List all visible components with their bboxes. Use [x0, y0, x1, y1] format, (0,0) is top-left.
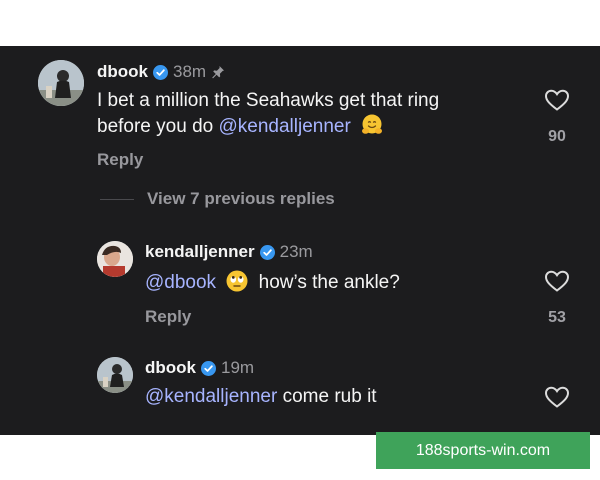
like-heart-icon[interactable]: [544, 385, 570, 409]
divider-line: [100, 198, 134, 200]
avatar-dbook[interactable]: [97, 357, 133, 393]
verified-badge-icon: [201, 360, 216, 376]
avatar-kendalljenner[interactable]: [97, 241, 133, 277]
comment-text: how’s the ankle?: [258, 272, 400, 293]
reply-button[interactable]: Reply: [97, 150, 143, 170]
comment-username[interactable]: dbook: [97, 62, 148, 82]
mention-link[interactable]: @kendalljenner: [145, 386, 277, 407]
mention-link[interactable]: @dbook: [145, 272, 216, 293]
like-heart-icon[interactable]: [544, 269, 570, 293]
comment-username[interactable]: kendalljenner: [145, 242, 255, 262]
verified-badge-icon: [153, 64, 168, 80]
like-count: 90: [548, 128, 566, 145]
like-count: 53: [548, 309, 566, 326]
view-previous-replies-label: View 7 previous replies: [147, 189, 335, 208]
reply-button[interactable]: Reply: [145, 307, 191, 327]
avatar-dbook[interactable]: [38, 60, 84, 106]
comment-text-line2: before you do @kendalljenner: [97, 113, 388, 139]
comment-text-line: @kendalljenner come rub it: [145, 385, 377, 409]
pin-icon: [211, 65, 225, 79]
comment-time: 38m: [173, 62, 207, 81]
view-previous-replies-button[interactable]: View 7 previous replies: [100, 189, 335, 209]
comment-time: 19m: [221, 358, 255, 377]
hugging-face-emoji-icon: [360, 113, 384, 137]
watermark-banner: 188sports-win.com: [376, 432, 590, 469]
rolling-eyes-emoji-icon: [225, 269, 249, 293]
comment-username[interactable]: dbook: [145, 358, 196, 378]
comment-text-line1: I bet a million the Seahawks get that ri…: [97, 90, 440, 111]
comment-text: before you do: [97, 116, 219, 137]
verified-badge-icon: [259, 244, 275, 260]
comments-panel: dbook 38m I bet a million the Seahawks g…: [0, 46, 600, 435]
comment-text-line: @dbook how’s the ankle?: [145, 269, 400, 295]
mention-link[interactable]: @kendalljenner: [218, 116, 350, 137]
comment-time: 23m: [279, 242, 313, 261]
comment-text: come rub it: [277, 386, 377, 407]
like-heart-icon[interactable]: [544, 88, 570, 112]
